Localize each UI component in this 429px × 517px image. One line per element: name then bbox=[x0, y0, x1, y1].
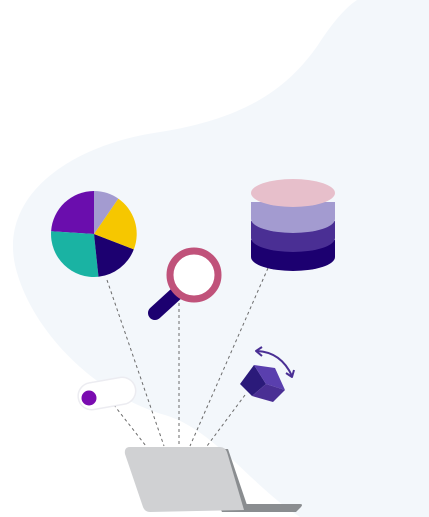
toggle-switch-icon bbox=[77, 376, 137, 411]
pie-chart-icon bbox=[51, 191, 137, 278]
database-icon bbox=[251, 179, 335, 271]
illustration-canvas bbox=[13, 0, 429, 517]
laptop-screen bbox=[124, 447, 244, 512]
illustration bbox=[0, 0, 429, 517]
magnifier-ring bbox=[166, 247, 222, 303]
database-top bbox=[251, 179, 335, 207]
connector-line-toggle bbox=[109, 399, 147, 447]
toggle-knob bbox=[81, 390, 97, 406]
